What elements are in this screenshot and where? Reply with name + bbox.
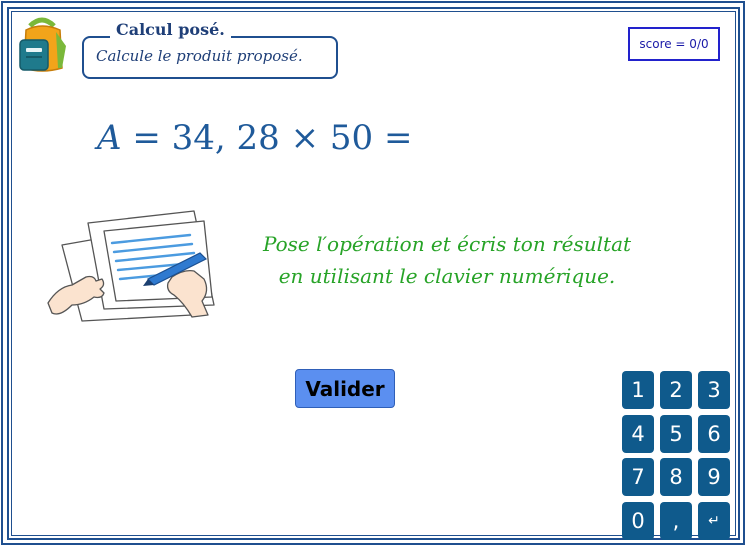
math-expression: A = 34, 28 × 50 =	[97, 116, 412, 160]
instruction-line-2: en utilisant le clavier numérique.	[278, 264, 616, 288]
key-2[interactable]: 2	[660, 371, 692, 409]
expression-body: = 34, 28 × 50 =	[121, 118, 413, 158]
expression-variable: A	[97, 118, 122, 158]
instruction-text: Pose l′opération et écris ton résultat e…	[232, 228, 662, 292]
key-9[interactable]: 9	[698, 458, 730, 496]
key-6[interactable]: 6	[698, 415, 730, 453]
page-subtitle: Calcule le produit proposé.	[96, 47, 303, 65]
key-8[interactable]: 8	[660, 458, 692, 496]
key-5[interactable]: 5	[660, 415, 692, 453]
key-0[interactable]: 0	[622, 502, 654, 540]
key-1[interactable]: 1	[622, 371, 654, 409]
school-backpack-icon	[19, 17, 66, 72]
key-3[interactable]: 3	[698, 371, 730, 409]
validate-button[interactable]: Valider	[295, 369, 395, 408]
instruction-line-1: Pose l′opération et écris ton résultat	[262, 232, 632, 256]
key-4[interactable]: 4	[622, 415, 654, 453]
score-display: score = 0/0	[628, 27, 720, 61]
page-title: Calcul posé.	[110, 20, 231, 40]
key-7[interactable]: 7	[622, 458, 654, 496]
enter-return-icon[interactable]: ↵	[698, 502, 730, 540]
key-comma[interactable]: ,	[660, 502, 692, 540]
writing-hands-icon	[47, 210, 215, 322]
